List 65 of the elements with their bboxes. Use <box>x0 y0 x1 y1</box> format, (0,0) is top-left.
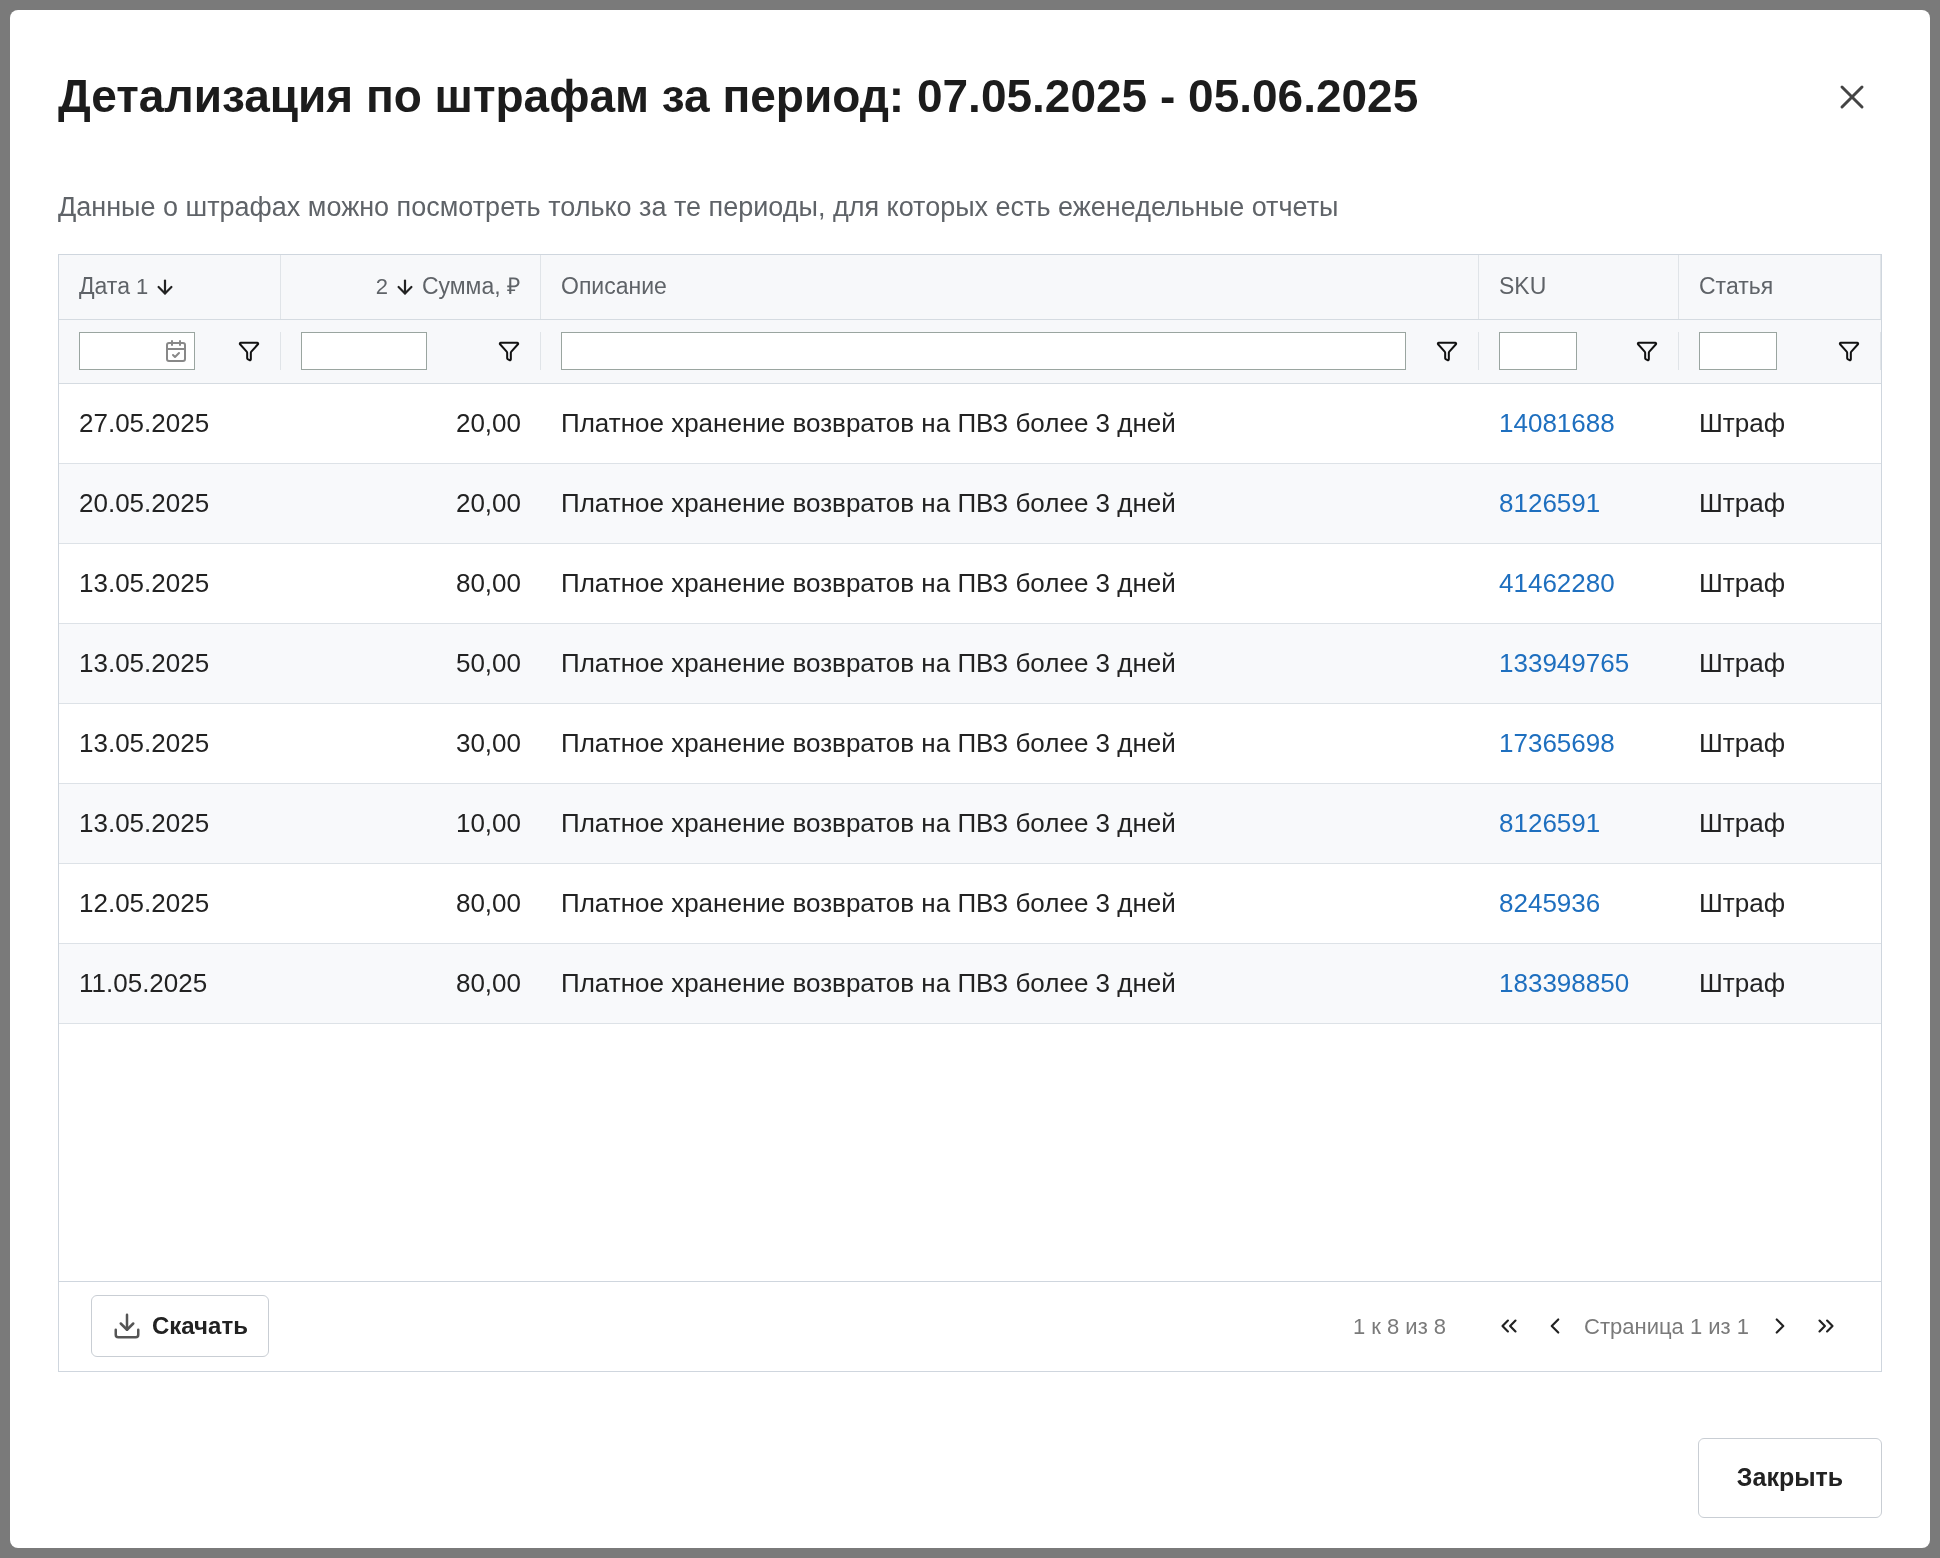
table-cell-text: 20.05.2025 <box>79 486 210 520</box>
filter-icon[interactable] <box>238 340 260 362</box>
sort-order: 1 <box>135 273 149 301</box>
date-filter-field[interactable] <box>79 332 195 370</box>
table-cell-text: Штраф <box>1699 806 1786 840</box>
sku-link[interactable]: 14081688 <box>1499 403 1615 443</box>
table-cell-text: 20,00 <box>455 406 521 440</box>
table-cell-text: 13.05.2025 <box>79 806 210 840</box>
table-cell-text: 50,00 <box>455 646 521 680</box>
filter-icon[interactable] <box>1838 340 1860 362</box>
table-cell-text: Платное хранение возвратов на ПВЗ более 3 дней <box>561 966 1176 1000</box>
filter-field[interactable] <box>561 332 1406 370</box>
table-cell-text: 13.05.2025 <box>79 726 210 760</box>
column-header[interactable]: SKU <box>1499 269 1547 304</box>
table-cell-text: 13.05.2025 <box>79 566 210 600</box>
table-cell-text: 30,00 <box>455 726 521 760</box>
table-cell-text: Платное хранение возвратов на ПВЗ более 3 дней <box>561 486 1176 520</box>
calendar-icon[interactable] <box>164 339 188 363</box>
column-header[interactable]: Сумма, ₽ <box>421 269 520 304</box>
table-cell-text: 13.05.2025 <box>79 646 210 680</box>
table-cell-text: Штраф <box>1699 646 1786 680</box>
info-text: Данные о штрафах можно посмотреть только за те периоды, для которых есть еженедельные отчеты <box>58 191 1340 224</box>
table-cell-text: Платное хранение возвратов на ПВЗ более 3 дней <box>561 806 1176 840</box>
table-cell-text: Платное хранение возвратов на ПВЗ более 3 дней <box>561 886 1176 920</box>
sku-link[interactable]: 8245936 <box>1499 883 1601 923</box>
sku-link[interactable]: 8126591 <box>1499 803 1601 843</box>
filter-icon[interactable] <box>498 340 520 362</box>
close-button[interactable]: Закрыть <box>1698 1438 1882 1518</box>
table-cell-text: Платное хранение возвратов на ПВЗ более 3 дней <box>561 566 1176 600</box>
table-cell-text: Штраф <box>1699 486 1786 520</box>
sku-link[interactable]: 41462280 <box>1499 563 1615 603</box>
table-cell-text: Платное хранение возвратов на ПВЗ более 3 дней <box>561 406 1176 440</box>
table-cell-text: Штраф <box>1699 966 1786 1000</box>
table-cell-text: 20,00 <box>455 486 521 520</box>
table-cell-text: 12.05.2025 <box>79 886 210 920</box>
table-cell-text: Штраф <box>1699 406 1786 440</box>
page-text: Страница 1 из 1 <box>1584 1312 1749 1341</box>
table-cell-text: Платное хранение возвратов на ПВЗ более 3 дней <box>561 646 1176 680</box>
range-text: 1 к 8 из 8 <box>1352 1312 1447 1341</box>
sku-link[interactable]: 17365698 <box>1499 723 1615 763</box>
sku-link[interactable]: 133949765 <box>1499 643 1630 683</box>
table-cell-text: 27.05.2025 <box>79 406 210 440</box>
table-cell-text: 10,00 <box>455 806 521 840</box>
column-header[interactable]: Статья <box>1699 269 1774 304</box>
table-cell-text: Штраф <box>1699 726 1786 760</box>
table-cell-text: 80,00 <box>455 966 521 1000</box>
column-header[interactable]: Описание <box>561 269 667 304</box>
sku-link[interactable]: 183398850 <box>1499 963 1630 1003</box>
filter-field[interactable] <box>301 332 427 370</box>
download-icon <box>112 1311 142 1341</box>
sku-link[interactable]: 8126591 <box>1499 483 1601 523</box>
download-button[interactable]: Скачать <box>91 1295 269 1357</box>
table-cell-text: 80,00 <box>455 566 521 600</box>
filter-field[interactable] <box>1699 332 1777 370</box>
table-cell-text: 11.05.2025 <box>79 966 208 1000</box>
column-header[interactable]: Дата <box>79 269 130 304</box>
sort-order: 2 <box>375 273 388 301</box>
filter-field[interactable] <box>1499 332 1577 370</box>
filter-icon[interactable] <box>1436 340 1458 362</box>
table-cell-text: Штраф <box>1699 566 1786 600</box>
table-cell-text: 80,00 <box>455 886 521 920</box>
dialog-title: Детализация по штрафам за период: 07.05.2025 - 05.06.2025 <box>58 69 1419 124</box>
table-cell-text: Штраф <box>1699 886 1786 920</box>
table-cell-text: Платное хранение возвратов на ПВЗ более 3 дней <box>561 726 1176 760</box>
filter-icon[interactable] <box>1636 340 1658 362</box>
